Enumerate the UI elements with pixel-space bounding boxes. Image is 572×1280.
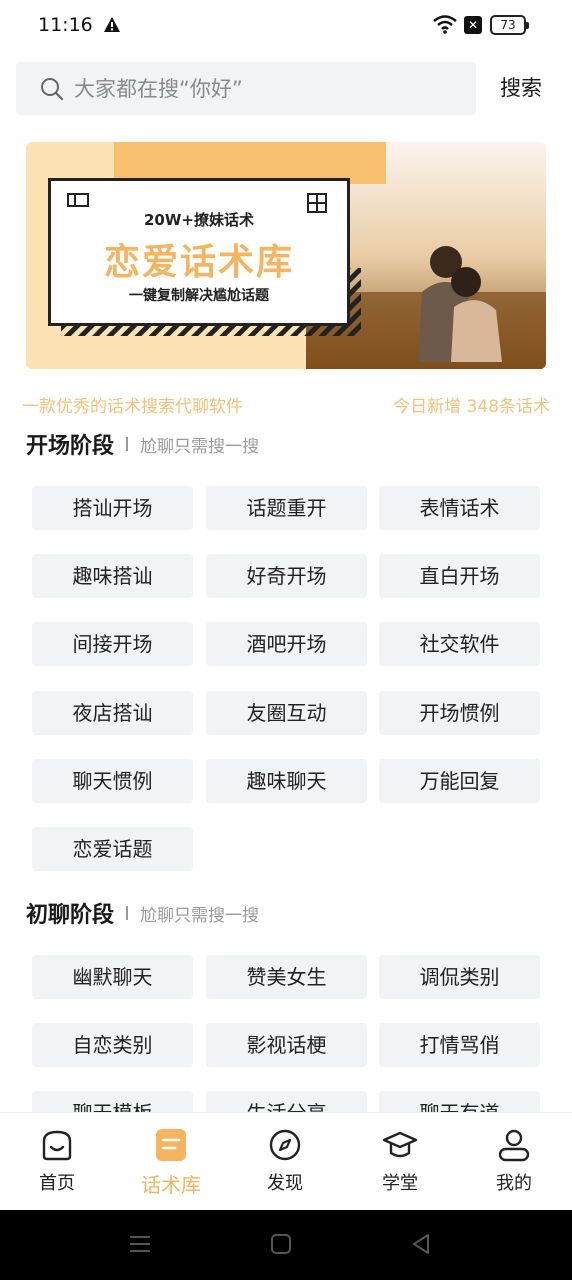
section-header-early-chat: 初聊阶段 尬聊只需搜一搜 <box>26 897 259 929</box>
compass-icon <box>269 1129 301 1161</box>
tab-label: 首页 <box>39 1173 75 1194</box>
topic-chip[interactable]: 社交软件 <box>379 622 540 666</box>
topic-chip[interactable]: 好奇开场 <box>206 554 367 598</box>
back-icon[interactable] <box>410 1232 432 1256</box>
wifi-icon <box>433 15 457 34</box>
topic-chip[interactable]: 影视话梗 <box>206 1023 367 1067</box>
section-title: 初聊阶段 <box>26 903 115 928</box>
home-square-icon[interactable] <box>270 1232 292 1256</box>
search-button[interactable]: 搜索 <box>500 72 542 102</box>
promo-banner[interactable]: 20W+撩妹话术 恋爱话术库 一键复制解决尴尬话题 <box>26 142 546 369</box>
tab-label: 我的 <box>496 1173 532 1194</box>
home-icon <box>42 1130 72 1161</box>
topic-chip[interactable]: 夜店搭讪 <box>32 691 193 735</box>
profile-icon <box>498 1129 530 1162</box>
topic-chip[interactable]: 调侃类别 <box>379 955 540 999</box>
tab-chat-library[interactable]: 话术库 <box>114 1113 228 1211</box>
section-subtitle: 尬聊只需搜一搜 <box>140 905 260 926</box>
menu-icon[interactable] <box>128 1232 152 1256</box>
notification-x-icon: ✕ <box>464 16 482 34</box>
topic-chip[interactable]: 恋爱话题 <box>32 827 193 871</box>
window-corner-icon <box>67 193 89 207</box>
section-header-opening: 开场阶段 尬聊只需搜一搜 <box>26 428 259 460</box>
banner-title: 恋爱话术库 <box>103 242 294 283</box>
warning-icon <box>104 17 120 32</box>
status-bar: 11:16 ✕ 73 <box>0 0 572 52</box>
topic-chip[interactable]: 赞美女生 <box>206 955 367 999</box>
daily-new-count: 今日新增 348条话术 <box>393 397 550 417</box>
system-nav-bar <box>0 1210 572 1280</box>
tab-label: 发现 <box>267 1173 303 1194</box>
status-time: 11:16 <box>38 14 93 36</box>
search-input[interactable] <box>74 62 464 115</box>
topic-chip[interactable]: 话题重开 <box>206 486 367 530</box>
topic-chip[interactable]: 自恋类别 <box>32 1023 193 1067</box>
search-icon <box>41 78 64 101</box>
section-subtitle: 尬聊只需搜一搜 <box>140 436 260 457</box>
tab-discover[interactable]: 发现 <box>228 1113 342 1211</box>
topic-chip[interactable]: 表情话术 <box>379 486 540 530</box>
section-divider <box>126 906 129 920</box>
section-divider <box>126 437 129 451</box>
tab-academy[interactable]: 学堂 <box>343 1113 457 1211</box>
topic-chip[interactable]: 万能回复 <box>379 759 540 803</box>
tab-home[interactable]: 首页 <box>0 1113 114 1211</box>
topic-chip[interactable]: 友圈互动 <box>206 691 367 735</box>
app-slogan: 一款优秀的话术搜索代聊软件 <box>22 397 243 417</box>
tab-label: 话术库 <box>141 1173 201 1197</box>
graduation-cap-icon <box>382 1131 418 1158</box>
topic-chip[interactable]: 间接开场 <box>32 622 193 666</box>
chat-library-icon <box>156 1129 186 1161</box>
topic-chip[interactable]: 趣味聊天 <box>206 759 367 803</box>
info-row: 一款优秀的话术搜索代聊软件 今日新增 348条话术 <box>22 392 550 417</box>
search-box[interactable] <box>16 62 476 115</box>
tab-label: 学堂 <box>382 1173 418 1194</box>
topic-chip[interactable]: 开场惯例 <box>379 691 540 735</box>
banner-tagline: 一键复制解决尴尬话题 <box>129 288 269 304</box>
topic-chip[interactable]: 直白开场 <box>379 554 540 598</box>
topic-chip[interactable]: 酒吧开场 <box>206 622 367 666</box>
bottom-tab-bar: 首页 话术库 发现 学堂 我的 <box>0 1112 572 1210</box>
topic-chip[interactable]: 聊天惯例 <box>32 759 193 803</box>
battery-indicator: 73 <box>490 15 529 35</box>
section-title: 开场阶段 <box>26 434 115 459</box>
topic-chip[interactable]: 幽默聊天 <box>32 955 193 999</box>
tab-profile[interactable]: 我的 <box>457 1113 571 1211</box>
topic-chip[interactable]: 打情骂俏 <box>379 1023 540 1067</box>
topic-chip[interactable]: 搭讪开场 <box>32 486 193 530</box>
banner-subtitle: 20W+撩妹话术 <box>144 211 254 229</box>
topic-chip[interactable]: 趣味搭讪 <box>32 554 193 598</box>
banner-card: 20W+撩妹话术 恋爱话术库 一键复制解决尴尬话题 <box>48 178 350 326</box>
